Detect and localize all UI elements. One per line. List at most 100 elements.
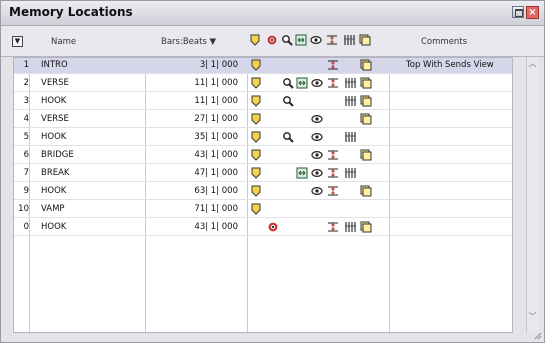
track-height-icon [328,150,338,160]
menu-button[interactable]: ▼ [12,36,23,47]
track-show-icon [311,114,323,124]
location-name: HOOK [41,222,67,232]
window-config-icon [360,77,372,89]
marker-icon [251,167,261,179]
marker-icon [251,185,261,197]
location-name: HOOK [41,186,67,196]
track-show-icon [311,186,323,196]
memory-location-row[interactable]: 7 BREAK 47| 1| 000 [14,166,512,182]
location-bars-beats: 71| 1| 000 [194,204,238,214]
marker-icon [251,149,261,161]
window-config-icon [360,95,372,107]
zoom-icon [282,35,293,46]
location-bars-beats: 11| 1| 000 [194,96,238,106]
marker-icon [251,131,261,143]
marker-icon [251,59,261,71]
memory-location-row[interactable]: 2 VERSE 11| 1| 000 [14,76,512,92]
location-name: HOOK [41,132,67,142]
memory-location-row[interactable]: 4 VERSE 27| 1| 000 [14,112,512,128]
memory-location-row[interactable]: 3 HOOK 11| 1| 000 [14,94,512,110]
location-number: 10 [18,204,29,214]
location-name: BRIDGE [41,150,74,160]
location-name: VERSE [41,114,69,124]
group-enable-icon [344,35,355,45]
location-name: BREAK [41,168,70,178]
track-height-icon [328,78,338,88]
scroll-up-icon[interactable]: ︿ [528,59,537,68]
location-bars-beats: 3| 1| 000 [199,60,238,70]
location-number: 3 [23,96,29,106]
location-name: HOOK [41,96,67,106]
track-height-icon [328,168,338,178]
zoom-icon [283,78,294,89]
resize-grip-icon[interactable] [534,332,542,340]
group-enable-icon [345,78,356,88]
close-button[interactable]: × [526,6,539,19]
location-bars-beats: 43| 1| 000 [194,150,238,160]
preroll-icon [296,167,308,179]
memory-location-row[interactable]: 0 HOOK 43| 1| 000 [14,220,512,236]
location-comment: Top With Sends View [406,60,494,70]
location-bars-beats: 35| 1| 000 [194,132,238,142]
location-number: 1 [23,60,29,70]
location-bars-beats: 43| 1| 000 [194,222,238,232]
window-config-icon [359,34,371,46]
window-config-icon [360,113,372,125]
vertical-scrollbar[interactable]: ︿ ﹀ [526,57,538,333]
window-title: Memory Locations [9,5,133,19]
track-show-icon [311,132,323,142]
preroll-icon [295,34,307,46]
location-name: INTRO [41,60,68,70]
track-show-icon [311,78,323,88]
header-bars-beats[interactable]: Bars:Beats ▼ [161,37,216,47]
location-name: VERSE [41,78,69,88]
memory-location-list: 1 INTRO 3| 1| 000 Top With Sends View 2 VERSE… [13,57,513,333]
marker-icon [251,203,261,215]
group-enable-icon [345,168,356,178]
marker-icon [251,77,261,89]
track-show-icon [311,168,323,178]
track-show-icon [310,35,322,45]
memory-location-row[interactable]: 5 HOOK 35| 1| 000 [14,130,512,146]
track-show-icon [311,150,323,160]
marker-icon [251,113,261,125]
window-config-icon [360,221,372,233]
track-height-icon [328,60,338,70]
memory-location-row[interactable]: 1 INTRO 3| 1| 000 Top With Sends View [14,58,512,74]
memory-locations-window: Memory Locations × ▼ Name Bars:Beats ▼ C… [0,0,545,343]
track-height-icon [328,222,338,232]
track-height-icon [327,35,337,45]
group-enable-icon [345,222,356,232]
selection-icon [267,35,277,45]
location-number: 9 [23,186,29,196]
window-config-icon [360,149,372,161]
location-number: 7 [23,168,29,178]
memory-location-row[interactable]: 6 BRIDGE 43| 1| 000 [14,148,512,164]
location-number: 0 [23,222,29,232]
location-name: VAMP [41,204,65,214]
header-name[interactable]: Name [51,37,76,47]
window-config-icon [360,59,372,71]
location-bars-beats: 63| 1| 000 [194,186,238,196]
marker-icon [250,34,260,46]
location-bars-beats: 11| 1| 000 [194,78,238,88]
scroll-down-icon[interactable]: ﹀ [528,312,537,321]
preroll-icon [296,77,308,89]
location-bars-beats: 27| 1| 000 [194,114,238,124]
location-number: 6 [23,150,29,160]
track-height-icon [328,186,338,196]
title-bar[interactable]: Memory Locations × [1,1,544,26]
restore-icon [515,9,523,17]
window-config-icon [360,185,372,197]
selection-icon [268,222,278,232]
group-enable-icon [345,96,356,106]
location-number: 5 [23,132,29,142]
restore-button[interactable] [512,6,524,18]
group-enable-icon [345,132,356,142]
zoom-icon [283,132,294,143]
location-number: 2 [23,78,29,88]
column-header: ▼ Name Bars:Beats ▼ Comments [1,26,544,57]
memory-location-row[interactable]: 9 HOOK 63| 1| 000 [14,184,512,200]
memory-location-row[interactable]: 10 VAMP 71| 1| 000 [14,202,512,218]
zoom-icon [283,96,294,107]
